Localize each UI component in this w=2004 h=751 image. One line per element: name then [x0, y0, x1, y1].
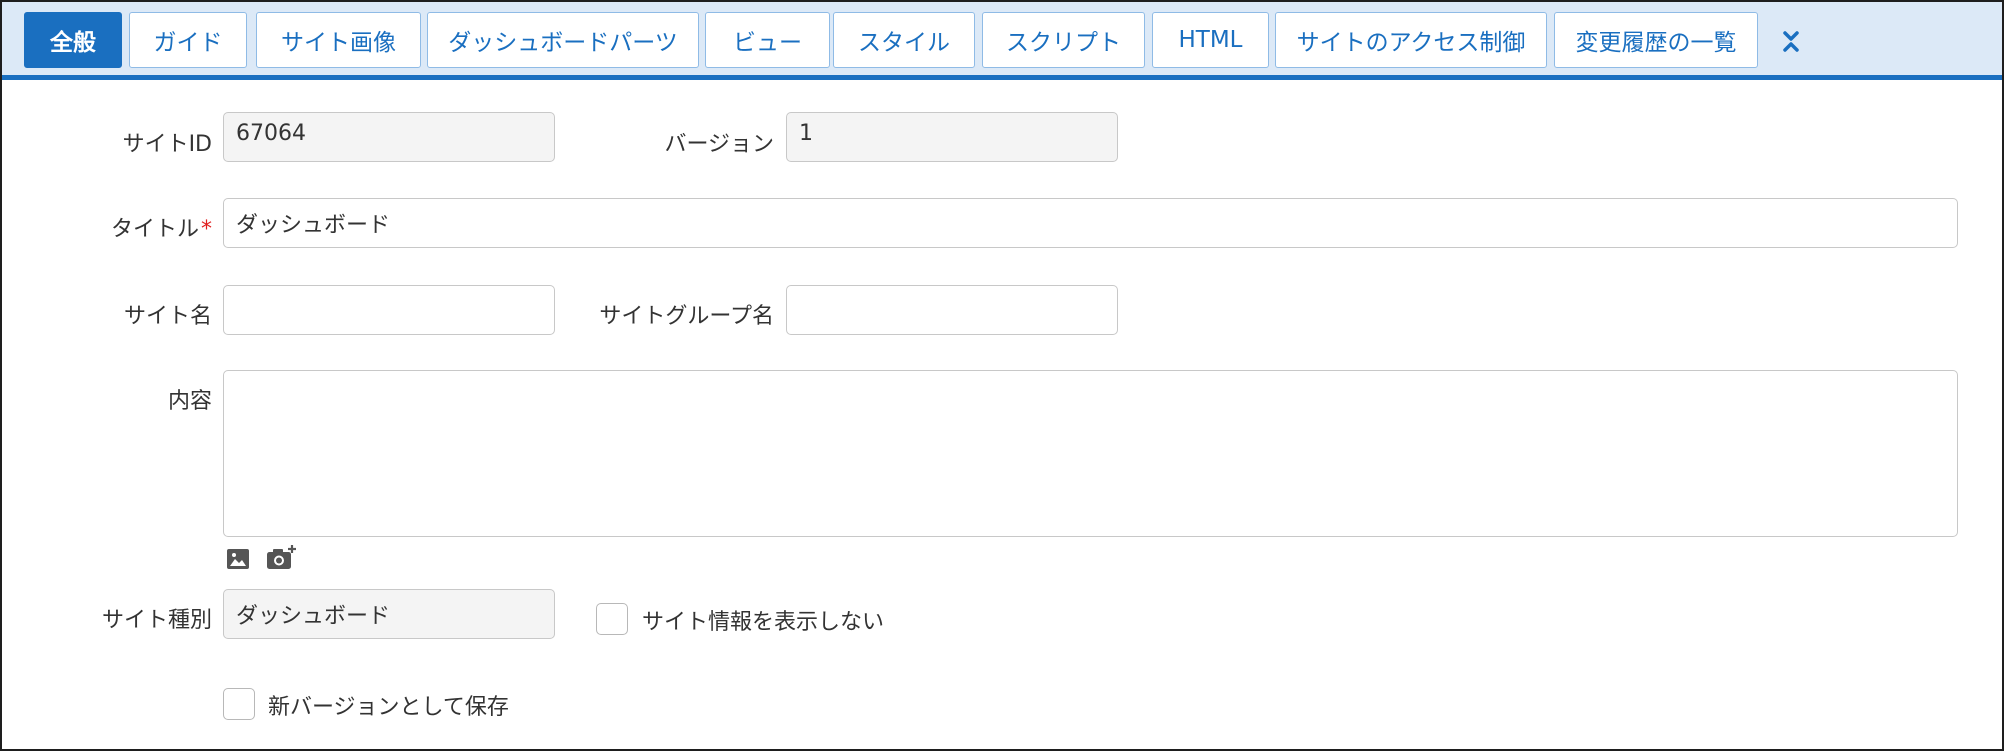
version-label: バージョン: [664, 132, 774, 157]
save-as-new-version-label: 新バージョンとして保存: [268, 695, 509, 720]
save-as-new-version-checkbox[interactable]: [223, 688, 255, 720]
title-label: タイトル*: [111, 211, 212, 243]
tab-dashboard-parts[interactable]: ダッシュボードパーツ: [427, 12, 699, 68]
tab-bar: 全般 ガイド サイト画像 ダッシュボードパーツ ビュー スタイル スクリプト H…: [2, 2, 2002, 80]
camera-add-icon[interactable]: [265, 544, 297, 572]
site-group-name-input[interactable]: [786, 285, 1118, 335]
site-name-input[interactable]: [223, 285, 555, 335]
site-type-field: ダッシュボード: [223, 589, 555, 639]
tab-html[interactable]: HTML: [1152, 12, 1269, 68]
tab-scripts[interactable]: スクリプト: [982, 12, 1145, 68]
site-id-label: サイトID: [122, 132, 212, 157]
tab-guide[interactable]: ガイド: [129, 12, 247, 68]
tab-styles[interactable]: スタイル: [833, 12, 975, 68]
hide-site-info-label: サイト情報を表示しない: [642, 610, 885, 635]
body-textarea[interactable]: [223, 370, 1958, 537]
required-mark: *: [201, 217, 212, 242]
hide-site-info-checkbox[interactable]: [596, 603, 628, 635]
site-type-label: サイト種別: [101, 608, 212, 633]
version-field: 1: [786, 112, 1118, 162]
body-label: 内容: [167, 389, 212, 414]
title-input[interactable]: [223, 198, 1958, 248]
tab-site-image[interactable]: サイト画像: [256, 12, 421, 68]
image-icon[interactable]: [225, 547, 251, 571]
site-name-label: サイト名: [123, 304, 212, 329]
site-group-name-label: サイトグループ名: [599, 304, 774, 329]
title-label-text: タイトル: [110, 217, 199, 242]
tab-general[interactable]: 全般: [24, 12, 122, 68]
site-settings-window: 全般 ガイド サイト画像 ダッシュボードパーツ ビュー スタイル スクリプト H…: [0, 0, 2004, 751]
tab-site-access-control[interactable]: サイトのアクセス制御: [1275, 12, 1547, 68]
site-id-field: 67064: [223, 112, 555, 162]
tab-views[interactable]: ビュー: [705, 12, 830, 68]
chevrons-up-down-icon[interactable]: [1774, 20, 1808, 60]
tab-change-history[interactable]: 変更履歴の一覧: [1554, 12, 1758, 68]
